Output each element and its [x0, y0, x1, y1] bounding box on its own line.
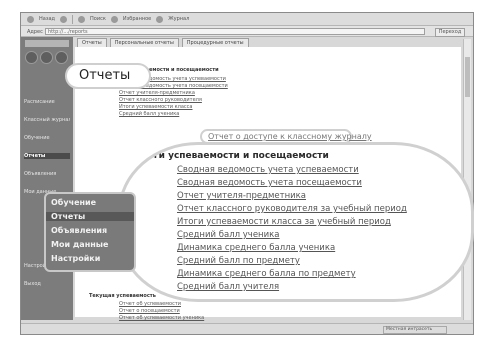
favorites-button-label[interactable]: Избранное: [123, 16, 151, 22]
report-link-bottom[interactable]: Отчет об успеваемости ученика: [119, 315, 204, 321]
help-icon[interactable]: [40, 51, 53, 64]
history-button-label[interactable]: Журнал: [168, 16, 189, 22]
sidebar-callout-announcements[interactable]: Объявления: [51, 226, 107, 235]
report-link[interactable]: Средний балл учителя: [177, 282, 279, 292]
sidebar-callout-settings[interactable]: Настройки: [51, 254, 100, 263]
report-link-bottom[interactable]: Отчет о посещаемости: [119, 308, 180, 314]
report-link[interactable]: Средний балл ученика: [177, 230, 279, 240]
history-icon[interactable]: [156, 15, 164, 23]
access-report-link[interactable]: Отчет о доступе к классному журналу: [208, 132, 372, 141]
sidebar-round-buttons: [25, 51, 68, 64]
page-title: Отчеты: [79, 68, 131, 83]
report-list-magnifier: Итоги успеваемости и посещаемости Сводна…: [118, 142, 474, 302]
page-title-callout: Отчеты: [65, 63, 151, 89]
sidebar-item-journal[interactable]: Классный журнал: [24, 117, 70, 123]
report-link-small[interactable]: Итоги успеваемости класса: [119, 104, 193, 110]
sidebar-item-exit[interactable]: Выход: [24, 281, 70, 287]
exit-icon[interactable]: [55, 51, 68, 64]
toolbar-separator: [72, 14, 74, 24]
sidebar-callout-learning[interactable]: Обучение: [51, 198, 96, 207]
search-icon[interactable]: [78, 15, 86, 23]
access-report-callout: Отчет о доступе к классному журналу: [200, 129, 372, 144]
sidebar-callout-my-data[interactable]: Мои данные: [51, 240, 108, 249]
address-label: Адрес: [27, 29, 43, 35]
sidebar-callout-reports[interactable]: Отчеты: [46, 212, 134, 221]
report-link[interactable]: Отчет классного руководителя за учебный …: [177, 204, 407, 214]
report-link[interactable]: Отчет учителя-предметника: [177, 191, 306, 201]
report-link[interactable]: Итоги успеваемости класса за учебный пер…: [177, 217, 391, 227]
browser-toolbar: Назад Поиск Избранное Журнал: [21, 13, 473, 26]
report-link-small[interactable]: Средний балл ученика: [119, 111, 179, 117]
report-link[interactable]: Средний балл по предмету: [177, 256, 300, 266]
search-button-label[interactable]: Поиск: [90, 16, 106, 22]
report-link[interactable]: Динамика среднего балла ученика: [177, 243, 335, 253]
report-link[interactable]: Сводная ведомость учета успеваемости: [177, 165, 359, 175]
address-input[interactable]: http://.../reports: [45, 28, 425, 35]
current-progress-heading: Текущая успеваемость: [89, 293, 156, 299]
sidebar-item-reports[interactable]: Отчеты: [24, 153, 70, 159]
favorites-icon[interactable]: [110, 15, 118, 23]
address-bar: Адрес http://.../reports Переход: [21, 26, 473, 37]
forward-icon[interactable]: [60, 15, 68, 23]
report-link-small[interactable]: Отчет классного руководителя: [119, 97, 202, 103]
back-icon[interactable]: [27, 15, 34, 23]
section-heading: Итоги успеваемости и посещаемости: [135, 151, 329, 161]
go-button[interactable]: Переход: [435, 28, 465, 37]
security-zone: Местная интрасеть: [383, 326, 447, 334]
report-link[interactable]: Динамика среднего балла по предмету: [177, 269, 356, 279]
report-link-bottom[interactable]: Отчет об успеваемости: [119, 301, 181, 307]
logo: [25, 40, 69, 47]
sidebar-magnifier: Обучение Отчеты Объявления Мои данные На…: [44, 192, 136, 272]
sidebar-item-announcements[interactable]: Объявления: [24, 171, 70, 177]
report-link-small[interactable]: Отчет учителя-предметника: [119, 90, 195, 96]
scrollbar-thumb[interactable]: [465, 57, 470, 97]
sidebar-item-schedule[interactable]: Расписание: [24, 99, 70, 105]
status-bar: Местная интрасеть: [21, 323, 473, 334]
home-icon[interactable]: [25, 51, 38, 64]
sidebar-item-learning[interactable]: Обучение: [24, 135, 70, 141]
report-link[interactable]: Сводная ведомость учета посещаемости: [177, 178, 362, 188]
back-button-label[interactable]: Назад: [39, 16, 55, 22]
